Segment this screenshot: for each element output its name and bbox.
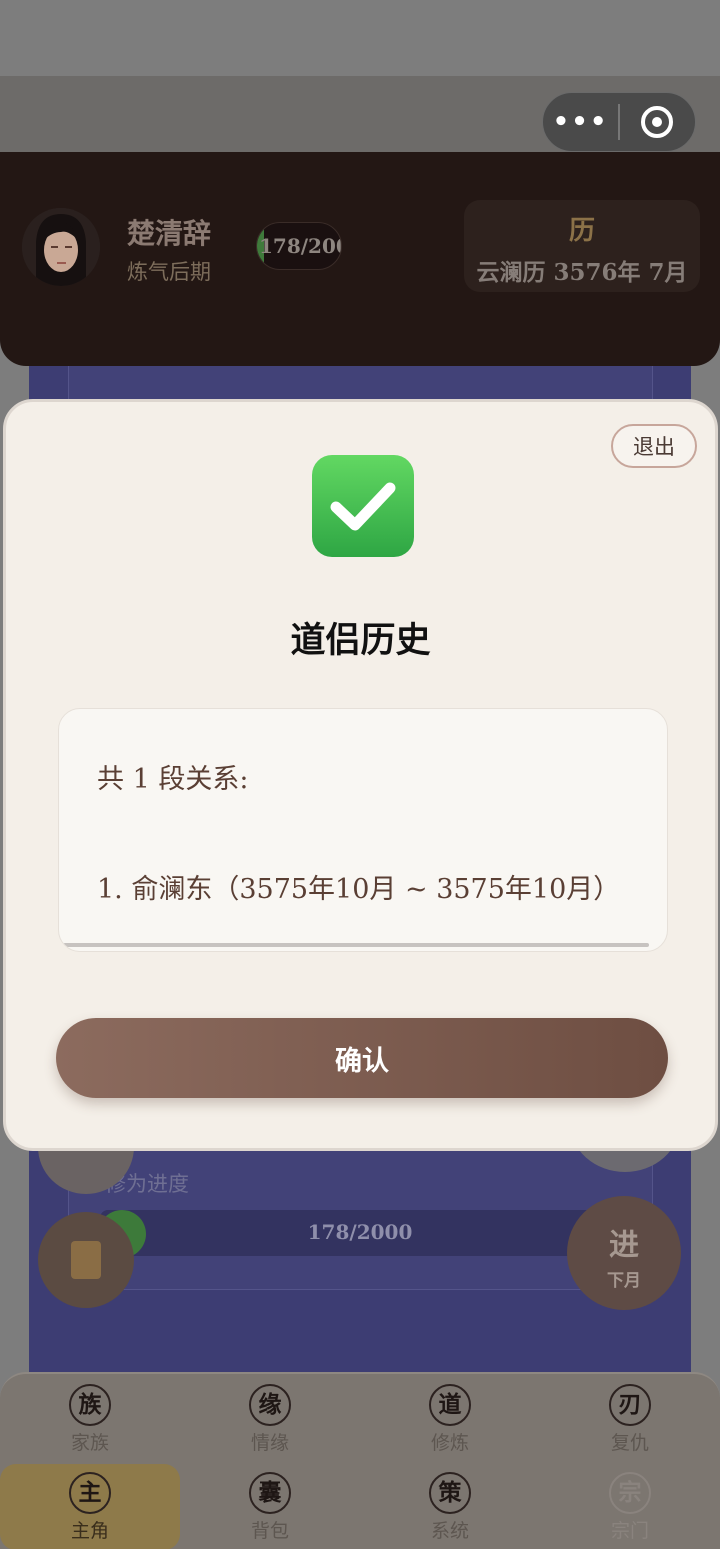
relationship-count: 共 1 段关系:: [97, 764, 249, 795]
tab-romance[interactable]: 缘 情缘: [180, 1384, 360, 1462]
tab-revenge[interactable]: 刃 复仇: [540, 1384, 720, 1462]
exit-button[interactable]: 退出: [611, 424, 697, 468]
mini-program-capsule: •••: [542, 92, 696, 152]
horizontal-scrollbar[interactable]: [63, 943, 649, 947]
next-month-button[interactable]: 进 下月: [567, 1196, 681, 1310]
next-month-icon: 进: [609, 1228, 639, 1263]
tab-cultivation[interactable]: 道 修炼: [360, 1384, 540, 1462]
tab-label: 家族: [70, 1432, 109, 1454]
confirm-button[interactable]: 确认: [56, 1018, 668, 1098]
tab-backpack[interactable]: 囊 背包: [180, 1472, 360, 1549]
scroll-button[interactable]: [38, 1212, 134, 1308]
partner-history-dialog: 退出 道侣历史 共 1 段关系: 1. 俞澜东（3575年10月 ~ 3575年…: [3, 399, 718, 1151]
avatar[interactable]: [22, 208, 100, 286]
calendar-icon: 历: [568, 216, 595, 246]
more-options-icon[interactable]: •••: [543, 107, 618, 137]
tab-label: 复仇: [610, 1432, 649, 1454]
backpack-icon: 囊: [249, 1472, 291, 1514]
next-month-label: 下月: [607, 1271, 641, 1291]
history-list[interactable]: 共 1 段关系: 1. 俞澜东（3575年10月 ~ 3575年10月）: [58, 708, 668, 952]
bottom-tab-bar: 族 家族 缘 情缘 道 修炼 刃 复仇 主 主角 囊 背包 策 系统 宗 宗门: [0, 1372, 720, 1549]
exp-progress-text: 178/2000: [259, 234, 341, 258]
protagonist-icon: 主: [69, 1472, 111, 1514]
cultivation-icon: 道: [429, 1384, 471, 1426]
romance-icon: 缘: [249, 1384, 291, 1426]
cultivation-progress-text: 178/2000: [307, 1220, 413, 1244]
tab-label: 宗门: [610, 1520, 649, 1542]
cultivation-progress-bar: 178/2000: [100, 1210, 620, 1256]
exp-progress: 178/2000: [256, 222, 342, 270]
tab-label: 主角: [70, 1520, 109, 1542]
revenge-icon: 刃: [609, 1384, 651, 1426]
checkmark-glyph: [330, 482, 396, 531]
calendar-panel[interactable]: 历 云澜历 3576年 7月: [464, 200, 700, 292]
player-name: 楚清辞: [127, 217, 212, 250]
close-mini-program-button[interactable]: [620, 106, 695, 138]
scroll-icon: [71, 1241, 101, 1279]
dialog-title: 道侣历史: [290, 621, 431, 661]
checkmark-icon: [312, 455, 414, 557]
tab-system[interactable]: 策 系统: [360, 1472, 540, 1549]
list-item: 1. 俞澜东（3575年10月 ~ 3575年10月）: [97, 874, 621, 905]
tab-label: 修炼: [430, 1432, 469, 1454]
family-icon: 族: [69, 1384, 111, 1426]
player-header: 楚清辞 炼气后期 178/2000 历 云澜历 3576年 7月: [0, 152, 720, 366]
tab-protagonist[interactable]: 主 主角: [0, 1464, 180, 1549]
calendar-date: 云澜历 3576年 7月: [476, 259, 688, 286]
target-icon: [641, 106, 674, 138]
tab-sect[interactable]: 宗 宗门: [540, 1472, 720, 1549]
sect-icon: 宗: [609, 1472, 651, 1514]
player-realm: 炼气后期: [127, 260, 211, 284]
tab-label: 背包: [250, 1520, 289, 1542]
tab-label: 情缘: [250, 1432, 289, 1454]
avatar-portrait-icon: [22, 208, 100, 286]
system-icon: 策: [429, 1472, 471, 1514]
target-icon-dot: [652, 117, 663, 127]
tab-label: 系统: [430, 1520, 469, 1542]
tab-family[interactable]: 族 家族: [0, 1384, 180, 1462]
